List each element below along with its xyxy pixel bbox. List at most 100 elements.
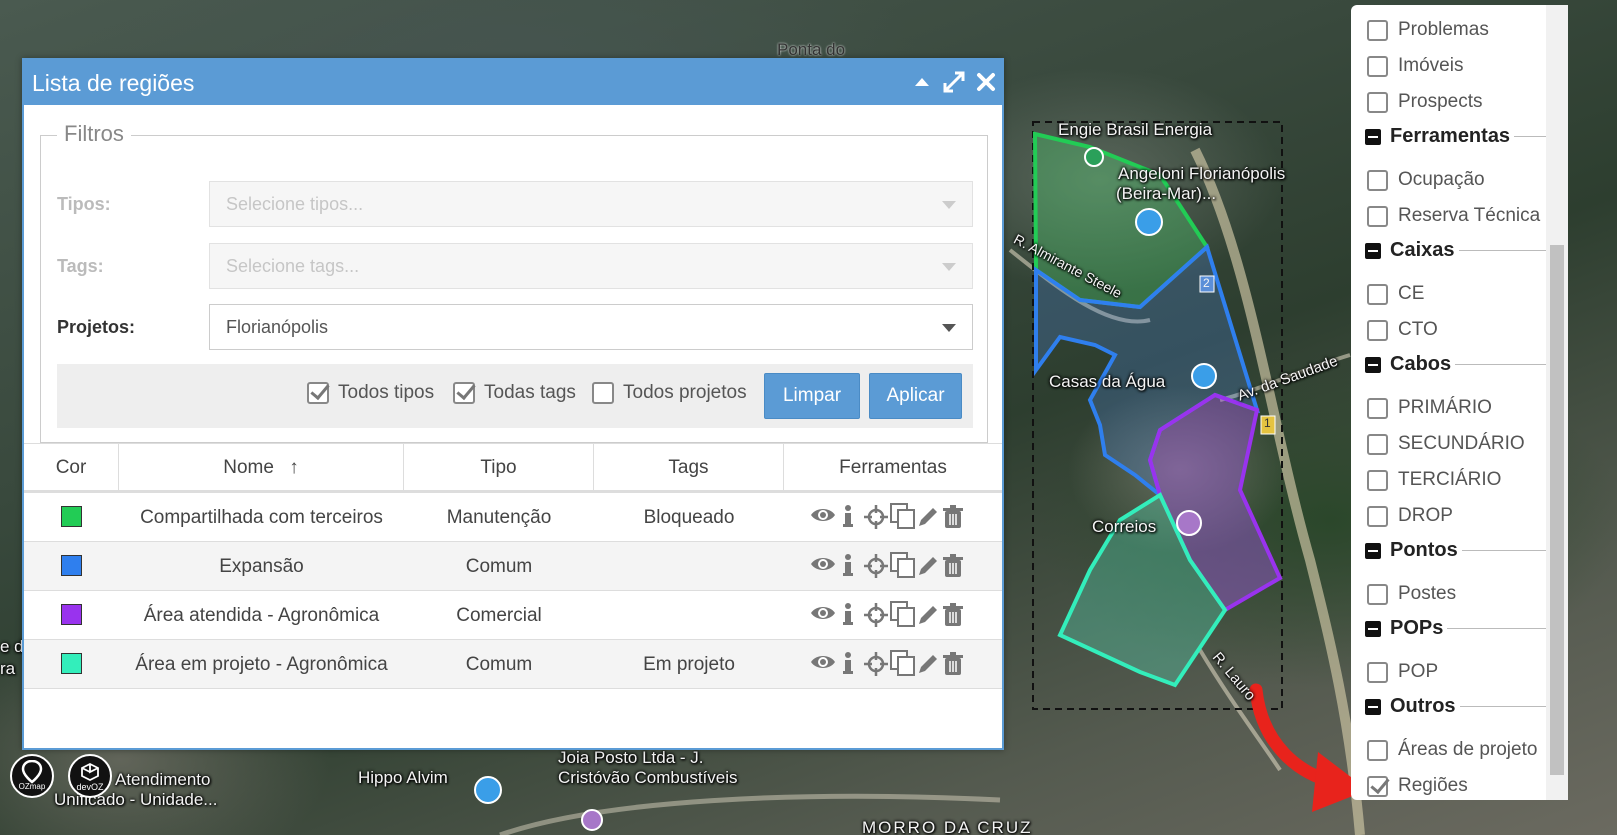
todos-tipos-label: Todos tipos <box>338 382 435 403</box>
layers-scrollbar[interactable] <box>1546 5 1568 800</box>
collapse-minus-icon[interactable] <box>1365 620 1381 637</box>
view-icon[interactable] <box>810 603 836 629</box>
todos-projetos-checkbox[interactable]: Todos projetos <box>592 382 747 404</box>
expand-icon[interactable] <box>942 70 966 94</box>
todos-tipos-checkbox[interactable]: Todos tipos <box>307 382 434 404</box>
devoz-logo[interactable]: devOZ <box>68 754 112 798</box>
col-ferramentas: Ferramentas <box>839 457 947 478</box>
dialog-header[interactable]: Lista de regiões <box>24 60 1002 105</box>
layer-item-label: Imóveis <box>1398 55 1464 76</box>
layer-item[interactable]: Áreas de projeto <box>1367 739 1537 761</box>
projetos-label: Projetos: <box>57 317 136 337</box>
layer-group[interactable]: Outros <box>1365 695 1546 718</box>
checkbox-icon <box>453 382 475 404</box>
ozmap-logo[interactable]: OZmap <box>10 754 54 798</box>
cell-tags <box>594 591 784 639</box>
tipos-select[interactable]: Selecione tipos... <box>209 181 973 227</box>
layer-group[interactable]: Caixas <box>1365 239 1546 262</box>
table-row[interactable]: Compartilhada com terceiros Manutenção Blo… <box>24 493 1002 542</box>
collapse-minus-icon[interactable] <box>1365 242 1381 259</box>
checkbox-icon <box>1367 283 1388 305</box>
checkbox-icon <box>1367 433 1388 455</box>
close-icon[interactable] <box>974 70 998 94</box>
locate-icon[interactable] <box>864 554 888 584</box>
info-icon[interactable] <box>843 652 853 682</box>
checkbox-icon <box>1367 583 1388 605</box>
layer-item[interactable]: Regiões <box>1367 775 1468 797</box>
layer-item[interactable]: PRIMÁRIO <box>1367 397 1492 419</box>
delete-icon[interactable] <box>942 652 964 682</box>
layer-item[interactable]: DROP <box>1367 505 1453 527</box>
collapse-minus-icon[interactable] <box>1365 698 1381 715</box>
locate-icon[interactable] <box>864 652 888 682</box>
view-icon[interactable] <box>810 554 836 580</box>
table-row[interactable]: Expansão Comum <box>24 542 1002 591</box>
delete-icon[interactable] <box>942 603 964 633</box>
collapse-minus-icon[interactable] <box>1365 356 1381 373</box>
locate-icon[interactable] <box>864 505 888 535</box>
col-cor[interactable]: Cor <box>24 444 119 492</box>
group-divider <box>1447 628 1546 629</box>
table-row[interactable]: Área em projeto - Agronômica Comum Em proj… <box>24 640 1002 689</box>
checkbox-icon <box>1367 169 1388 191</box>
collapse-minus-icon[interactable] <box>1365 542 1381 559</box>
layer-item[interactable]: Reserva Técnica <box>1367 205 1540 227</box>
table-row[interactable]: Área atendida - Agronômica Comercial <box>24 591 1002 640</box>
color-swatch <box>61 604 82 625</box>
color-swatch <box>61 653 82 674</box>
copy-icon[interactable] <box>890 601 916 633</box>
layer-group[interactable]: Cabos <box>1365 353 1546 376</box>
col-nome[interactable]: Nome ↑ <box>119 444 404 492</box>
layer-item-label: TERCIÁRIO <box>1398 469 1502 490</box>
layer-item[interactable]: POP <box>1367 661 1438 683</box>
scrollbar-thumb[interactable] <box>1550 245 1564 775</box>
copy-icon[interactable] <box>890 503 916 535</box>
layer-group[interactable]: POPs <box>1365 617 1546 640</box>
layer-item[interactable]: SECUNDÁRIO <box>1367 433 1525 455</box>
collapse-minus-icon[interactable] <box>1365 128 1381 145</box>
edit-icon[interactable] <box>916 554 940 584</box>
layer-item[interactable]: Prospects <box>1367 91 1482 113</box>
layer-item[interactable]: CE <box>1367 283 1424 305</box>
tags-select[interactable]: Selecione tags... <box>209 243 973 289</box>
delete-icon[interactable] <box>942 505 964 535</box>
layer-item-label: SECUNDÁRIO <box>1398 433 1525 454</box>
col-tipo[interactable]: Tipo <box>404 444 594 492</box>
layer-item-label: Problemas <box>1398 19 1489 40</box>
layer-item[interactable]: TERCIÁRIO <box>1367 469 1501 491</box>
edit-icon[interactable] <box>916 652 940 682</box>
locate-icon[interactable] <box>864 603 888 633</box>
checkbox-icon <box>1367 397 1388 419</box>
edit-icon[interactable] <box>916 505 940 535</box>
layer-item[interactable]: Ocupação <box>1367 169 1485 191</box>
copy-icon[interactable] <box>890 552 916 584</box>
projetos-select[interactable]: Florianópolis <box>209 304 973 350</box>
projetos-value: Florianópolis <box>226 317 329 337</box>
cell-tags: Bloqueado <box>643 507 735 528</box>
edit-icon[interactable] <box>916 603 940 633</box>
layer-group[interactable]: Pontos <box>1365 539 1546 562</box>
layer-item[interactable]: Imóveis <box>1367 55 1463 77</box>
layer-group[interactable]: Ferramentas <box>1365 125 1546 148</box>
limpar-button[interactable]: Limpar <box>764 373 860 419</box>
delete-icon[interactable] <box>942 554 964 584</box>
layer-item-label: DROP <box>1398 505 1453 526</box>
copy-icon[interactable] <box>890 650 916 682</box>
layer-item[interactable]: CTO <box>1367 319 1438 341</box>
collapse-icon[interactable] <box>910 70 934 94</box>
layer-item[interactable]: Postes <box>1367 583 1456 605</box>
layer-item[interactable]: Problemas <box>1367 19 1489 41</box>
info-icon[interactable] <box>843 554 853 584</box>
view-icon[interactable] <box>810 505 836 531</box>
chevron-down-icon <box>942 201 956 209</box>
info-icon[interactable] <box>843 603 853 633</box>
map-label-edge: e d ra <box>0 637 24 678</box>
view-icon[interactable] <box>810 652 836 678</box>
checkbox-icon <box>1367 739 1388 761</box>
group-divider <box>1458 250 1546 251</box>
col-tags[interactable]: Tags <box>594 444 784 492</box>
todas-tags-checkbox[interactable]: Todas tags <box>453 382 576 404</box>
aplicar-button[interactable]: Aplicar <box>869 373 962 419</box>
layer-item-label: POP <box>1398 661 1439 682</box>
info-icon[interactable] <box>843 505 853 535</box>
